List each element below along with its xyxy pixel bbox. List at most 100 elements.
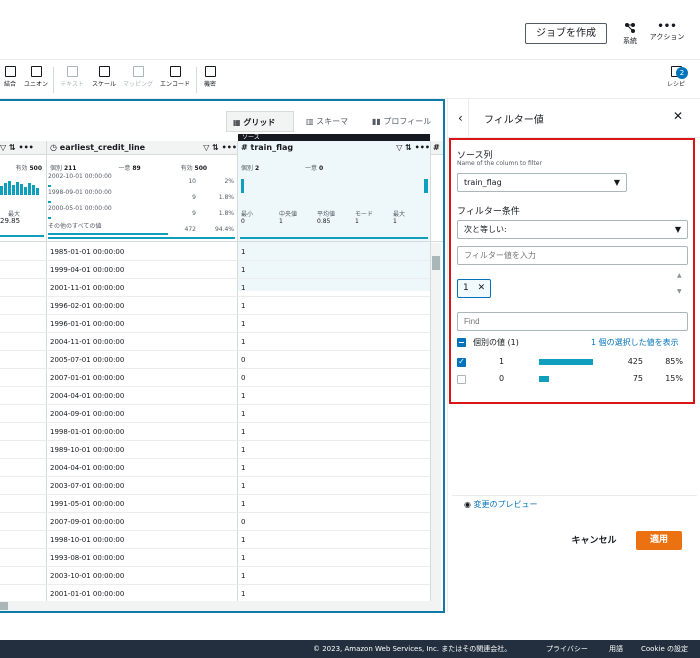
horizontal-scrollbar[interactable] — [0, 601, 441, 611]
date-cell: 2005-07-01 00:00:00 — [50, 356, 125, 364]
source-column-select[interactable]: train_flag ▼ — [457, 173, 627, 192]
histogram-bar-0 — [241, 179, 244, 193]
value-checkbox[interactable]: ✓ — [457, 357, 466, 367]
table-row[interactable]: 1989-10-01 00:00:00 1 — [0, 441, 430, 459]
top-value-label: 2000-05-01 00:00:00 — [48, 205, 112, 212]
table-row[interactable]: 2004-04-01 00:00:00 1 — [0, 459, 430, 477]
indeterminate-icon — [459, 342, 464, 343]
distinct-value-row[interactable]: 0 75 15% — [457, 371, 689, 387]
table-row[interactable]: 1998-10-01 00:00:00 1 — [0, 531, 430, 549]
actions-button[interactable]: ••• アクション — [647, 22, 687, 42]
flag-cell: 1 — [241, 536, 246, 544]
toolbar-union[interactable]: ユニオン — [22, 66, 50, 88]
toolbar-scale[interactable]: スケール — [89, 66, 119, 88]
value-pct: 85% — [665, 357, 683, 366]
table-row[interactable]: 1985-01-01 00:00:00 1 — [0, 243, 430, 261]
find-input[interactable] — [457, 312, 688, 331]
top-value-pct: 94.4% — [214, 226, 234, 233]
transform-toolbar: 結合 ユニオン テキスト スケール マッピング エンコード 機密 レシピ 2 — [0, 61, 700, 99]
table-row[interactable]: 2003-10-01 00:00:00 1 — [0, 567, 430, 585]
check-icon: ✓ — [458, 357, 465, 366]
source-badge: ソース — [238, 134, 430, 141]
stats-divider — [0, 241, 443, 242]
histogram-bar — [12, 185, 15, 195]
create-job-button[interactable]: ジョブを作成 — [525, 23, 607, 44]
column-name: train_flag — [250, 143, 294, 152]
unique-value: 2 — [254, 165, 260, 172]
source-column-hint: Name of the column to filter — [457, 160, 542, 167]
validity-bar — [48, 237, 235, 239]
back-icon[interactable]: ‹ — [458, 111, 463, 125]
toolbar-sensitive-label: 機密 — [203, 81, 216, 88]
preview-changes-link[interactable]: ◉ 変更のプレビュー — [464, 499, 538, 510]
flag-cell: 1 — [241, 446, 246, 454]
data-grid-panel: ▦ グリッド ▥ スキーマ ▮▮ プロフィール ソース ▽ ⇅ ••• ◷ ea… — [0, 99, 445, 613]
top-values-list: 2002-10-01 00:00:00 10 2% 1998-09-01 00:00:… — [48, 173, 235, 245]
value-token[interactable]: 1 ✕ — [457, 279, 491, 298]
date-cell: 2007-09-01 00:00:00 — [50, 518, 125, 526]
toolbar-encode[interactable]: エンコード — [157, 66, 193, 88]
tab-grid[interactable]: ▦ グリッド — [226, 111, 294, 132]
prev-column-header[interactable]: ▽ ⇅ ••• — [0, 141, 40, 154]
value-count: 425 — [627, 357, 643, 366]
toolbar-mapping[interactable]: マッピング — [120, 66, 156, 88]
lineage-button[interactable]: 系統 — [619, 22, 641, 46]
remove-icon[interactable]: ✕ — [478, 283, 486, 293]
table-row[interactable]: 1999-04-01 00:00:00 1 — [0, 261, 430, 279]
column-header-train-flag[interactable]: # train_flag — [241, 141, 381, 154]
table-row[interactable]: 2005-07-01 00:00:00 0 — [0, 351, 430, 369]
top-value-label: 2002-10-01 00:00:00 — [48, 173, 112, 180]
toolbar-scale-label: スケール — [91, 81, 116, 88]
toolbar-divider — [53, 67, 54, 93]
table-row[interactable]: 1996-02-01 00:00:00 1 — [0, 297, 430, 315]
table-row[interactable]: 2003-07-01 00:00:00 1 — [0, 477, 430, 495]
cancel-button[interactable]: キャンセル — [564, 532, 624, 551]
column-menu[interactable]: ▽ ⇅ ••• — [380, 141, 430, 154]
filter-icon: ▽ — [0, 143, 7, 152]
left-col-histogram — [0, 181, 44, 195]
cookie-settings-link[interactable]: Cookie の設定 — [641, 644, 688, 654]
table-row[interactable]: 2007-01-01 00:00:00 0 — [0, 369, 430, 387]
column-menu[interactable]: ▽ ⇅ ••• — [187, 141, 237, 154]
table-row[interactable]: 2004-11-01 00:00:00 1 — [0, 333, 430, 351]
tab-schema[interactable]: ▥ スキーマ — [300, 111, 362, 132]
distinct-value-row[interactable]: ✓ 1 425 85% — [457, 354, 689, 370]
filter-value-input[interactable] — [457, 246, 688, 265]
toolbar-text[interactable]: テキスト — [56, 66, 88, 88]
table-row[interactable]: 1998-01-01 00:00:00 1 — [0, 423, 430, 441]
select-all-checkbox[interactable] — [457, 338, 466, 347]
privacy-link[interactable]: プライバシー — [546, 644, 588, 654]
value-checkbox[interactable] — [457, 375, 466, 384]
vertical-scrollbar[interactable] — [431, 243, 441, 603]
summary-label: 最大 — [393, 211, 406, 218]
toolbar-join[interactable]: 結合 — [0, 66, 20, 88]
profile-icon: ▮▮ — [372, 117, 384, 126]
flag-cell: 0 — [241, 374, 246, 382]
table-row[interactable]: 2004-09-01 00:00:00 1 — [0, 405, 430, 423]
close-icon[interactable]: ✕ — [673, 109, 683, 123]
apply-button[interactable]: 適用 — [636, 531, 682, 550]
terms-link[interactable]: 用語 — [609, 644, 623, 654]
tab-profile[interactable]: ▮▮ プロフィール — [366, 111, 440, 132]
stepper[interactable]: ▲ ▼ — [677, 272, 682, 296]
scrollbar-thumb[interactable] — [0, 602, 8, 610]
table-row[interactable]: 2001-01-01 00:00:00 1 — [0, 585, 430, 599]
date-cell: 1989-10-01 00:00:00 — [50, 446, 125, 454]
table-row[interactable]: 2007-09-01 00:00:00 0 — [0, 513, 430, 531]
table-row[interactable]: 2001-11-01 00:00:00 1 — [0, 279, 430, 297]
lineage-label: 系統 — [623, 37, 637, 45]
table-row[interactable]: 1996-01-01 00:00:00 1 — [0, 315, 430, 333]
date-cell: 1999-04-01 00:00:00 — [50, 266, 125, 274]
next-column-header[interactable]: # — [433, 141, 443, 154]
table-row[interactable]: 2004-04-01 00:00:00 1 — [0, 387, 430, 405]
show-selected-link[interactable]: 1 個の選択した値を表示 — [591, 337, 679, 348]
condition-select[interactable]: 次と等しい: ▼ — [457, 220, 688, 239]
toolbar-sensitive[interactable]: 機密 — [200, 66, 220, 88]
flag-cell: 1 — [241, 302, 246, 310]
table-row[interactable]: 1991-05-01 00:00:00 1 — [0, 495, 430, 513]
tab-profile-label: プロフィール — [383, 117, 432, 126]
scrollbar-thumb[interactable] — [432, 256, 440, 270]
top-value-bar — [48, 217, 51, 219]
table-row[interactable]: 1993-08-01 00:00:00 1 — [0, 549, 430, 567]
value-count: 75 — [632, 374, 643, 383]
